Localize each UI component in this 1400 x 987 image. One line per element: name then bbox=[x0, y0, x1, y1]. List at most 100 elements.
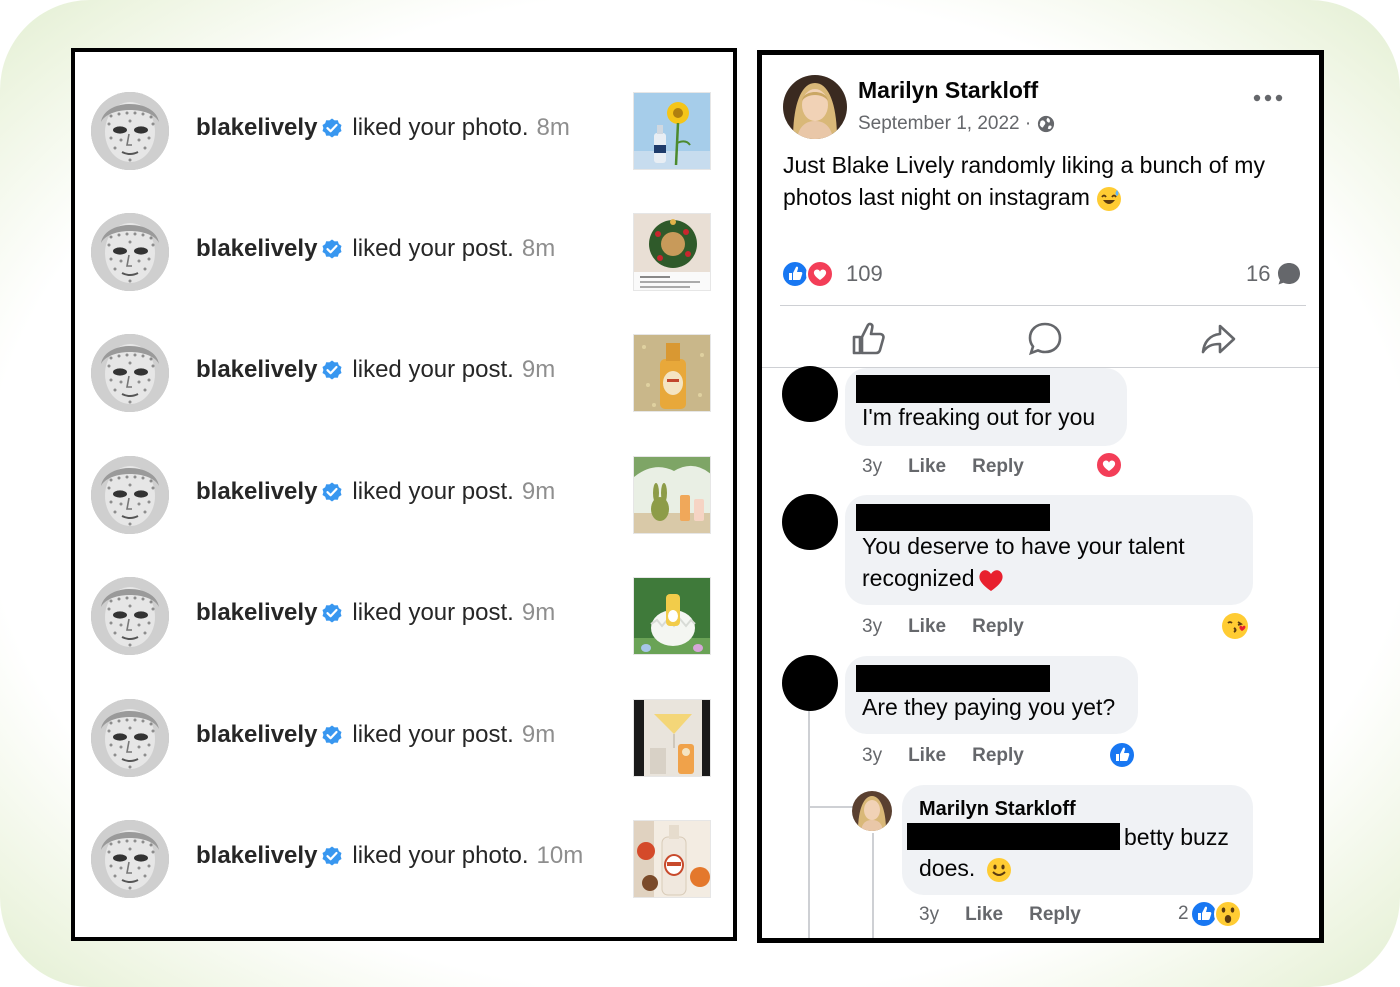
notification-row[interactable]: blakelively liked your post. 9m bbox=[91, 330, 715, 416]
reply-age[interactable]: 3y bbox=[919, 904, 939, 926]
comment-age[interactable]: 3y bbox=[862, 456, 882, 478]
username[interactable]: blakelively bbox=[196, 721, 317, 749]
reply-author-name[interactable]: Marilyn Starkloff bbox=[919, 798, 1076, 821]
commenter-avatar[interactable] bbox=[782, 366, 838, 422]
username[interactable]: blakelively bbox=[196, 114, 317, 142]
username[interactable]: blakelively bbox=[196, 235, 317, 263]
notification-text: blakelively liked your post. 9m bbox=[196, 599, 555, 627]
notification-row[interactable]: blakelively liked your photo. 8m bbox=[91, 88, 715, 174]
author-name[interactable]: Marilyn Starkloff bbox=[858, 77, 1038, 104]
reply-author-avatar[interactable] bbox=[852, 791, 892, 831]
notification-action: liked your post. bbox=[352, 235, 514, 262]
verified-badge-icon bbox=[322, 846, 342, 866]
notification-row[interactable]: blakelively liked your post. 8m bbox=[91, 209, 715, 295]
reply-text-line2: does. bbox=[919, 852, 1012, 884]
reply-text: betty buzz bbox=[1124, 824, 1229, 850]
portrait-image bbox=[91, 334, 169, 412]
comment-age[interactable]: 3y bbox=[862, 616, 882, 638]
notification-action: liked your post. bbox=[352, 356, 514, 383]
comment-bubble-icon bbox=[1278, 263, 1301, 285]
redacted-name bbox=[856, 375, 1050, 403]
more-options-icon[interactable] bbox=[1252, 91, 1284, 105]
comment-meta: 3y Like Reply bbox=[862, 456, 1050, 478]
comment-text-line: You deserve to have your talent bbox=[862, 533, 1185, 559]
comment-age[interactable]: 3y bbox=[862, 745, 882, 767]
reply-meta: 3y Like Reply bbox=[919, 904, 1107, 926]
verified-badge-icon bbox=[322, 482, 342, 502]
love-reaction-icon[interactable] bbox=[1094, 450, 1124, 480]
user-avatar[interactable] bbox=[91, 92, 169, 170]
like-reaction-icon[interactable] bbox=[1107, 740, 1137, 770]
notification-time: 9m bbox=[521, 599, 556, 626]
comment-like-button[interactable]: Like bbox=[908, 456, 946, 478]
user-avatar[interactable] bbox=[91, 456, 169, 534]
notification-time: 8m bbox=[536, 114, 570, 141]
comment-reply-button[interactable]: Reply bbox=[972, 745, 1024, 767]
notification-row[interactable]: blakelively liked your post. 9m bbox=[91, 573, 715, 659]
username[interactable]: blakelively bbox=[196, 599, 317, 627]
reply-reply-button[interactable]: Reply bbox=[1029, 904, 1081, 926]
thumbnail-image bbox=[634, 214, 710, 290]
reply-reaction-count: 2 bbox=[1178, 903, 1189, 924]
post-thumbnail[interactable] bbox=[633, 213, 711, 291]
post-thumbnail[interactable] bbox=[633, 92, 711, 170]
kiss-emoji-reaction-icon[interactable] bbox=[1220, 611, 1250, 641]
notification-time: 9m bbox=[521, 478, 556, 505]
user-avatar[interactable] bbox=[91, 699, 169, 777]
notification-action: liked your post. bbox=[352, 478, 514, 505]
like-love-reaction-icons bbox=[781, 260, 834, 288]
post-meta: September 1, 2022 · bbox=[858, 113, 1055, 135]
reply-like-button[interactable]: Like bbox=[965, 904, 1003, 926]
notification-action: liked your post. bbox=[352, 599, 514, 626]
comment-like-button[interactable]: Like bbox=[908, 745, 946, 767]
thread-line bbox=[872, 833, 874, 938]
post-thumbnail[interactable] bbox=[633, 820, 711, 898]
post-text-body: Just Blake Lively randomly liking a bunc… bbox=[783, 152, 1265, 210]
divider bbox=[780, 305, 1306, 306]
comment-reply-button[interactable]: Reply bbox=[972, 616, 1024, 638]
comment-like-button[interactable]: Like bbox=[908, 616, 946, 638]
thumbnail-image bbox=[634, 457, 710, 533]
comment-count-number: 16 bbox=[1246, 261, 1271, 286]
username[interactable]: blakelively bbox=[196, 842, 317, 870]
post-text: Just Blake Lively randomly liking a bunc… bbox=[783, 149, 1303, 213]
comment-text: Are they paying you yet? bbox=[862, 694, 1116, 720]
user-avatar[interactable] bbox=[91, 577, 169, 655]
comment-text: I'm freaking out for you bbox=[862, 404, 1096, 430]
notification-row[interactable]: blakelively liked your post. 9m bbox=[91, 695, 715, 781]
reply-reactions[interactable]: 2 bbox=[1178, 899, 1247, 929]
verified-badge-icon bbox=[322, 118, 342, 138]
comment-icon[interactable] bbox=[1025, 319, 1065, 359]
commenter-avatar[interactable] bbox=[782, 655, 838, 711]
post-thumbnail[interactable] bbox=[633, 456, 711, 534]
comment-meta: 3y Like Reply bbox=[862, 745, 1050, 767]
verified-badge-icon bbox=[322, 360, 342, 380]
post-date[interactable]: September 1, 2022 · bbox=[858, 113, 1031, 135]
notification-text: blakelively liked your post. 9m bbox=[196, 721, 555, 749]
post-thumbnail[interactable] bbox=[633, 334, 711, 412]
notification-time: 9m bbox=[521, 721, 556, 748]
redacted-name bbox=[856, 665, 1050, 692]
comment-count[interactable]: 16 bbox=[1246, 261, 1302, 287]
verified-badge-icon bbox=[322, 239, 342, 259]
verified-badge-icon bbox=[322, 603, 342, 623]
share-icon[interactable] bbox=[1198, 319, 1238, 359]
author-avatar[interactable] bbox=[783, 75, 847, 139]
thumbnail-image bbox=[634, 335, 710, 411]
notification-row[interactable]: blakelively liked your photo. 10m bbox=[91, 816, 715, 902]
reaction-summary[interactable]: 109 bbox=[780, 259, 883, 289]
post-thumbnail[interactable] bbox=[633, 577, 711, 655]
user-avatar[interactable] bbox=[91, 213, 169, 291]
comment-reply-button[interactable]: Reply bbox=[972, 456, 1024, 478]
username[interactable]: blakelively bbox=[196, 356, 317, 384]
username[interactable]: blakelively bbox=[196, 478, 317, 506]
notification-text: blakelively liked your post. 9m bbox=[196, 478, 555, 506]
notification-row[interactable]: blakelively liked your post. 9m bbox=[91, 452, 715, 538]
user-avatar[interactable] bbox=[91, 334, 169, 412]
notification-text: blakelively liked your photo. 10m bbox=[196, 842, 583, 870]
post-thumbnail[interactable] bbox=[633, 699, 711, 777]
notification-time: 10m bbox=[536, 842, 584, 869]
commenter-avatar[interactable] bbox=[782, 494, 838, 550]
user-avatar[interactable] bbox=[91, 820, 169, 898]
like-icon[interactable] bbox=[848, 319, 888, 359]
